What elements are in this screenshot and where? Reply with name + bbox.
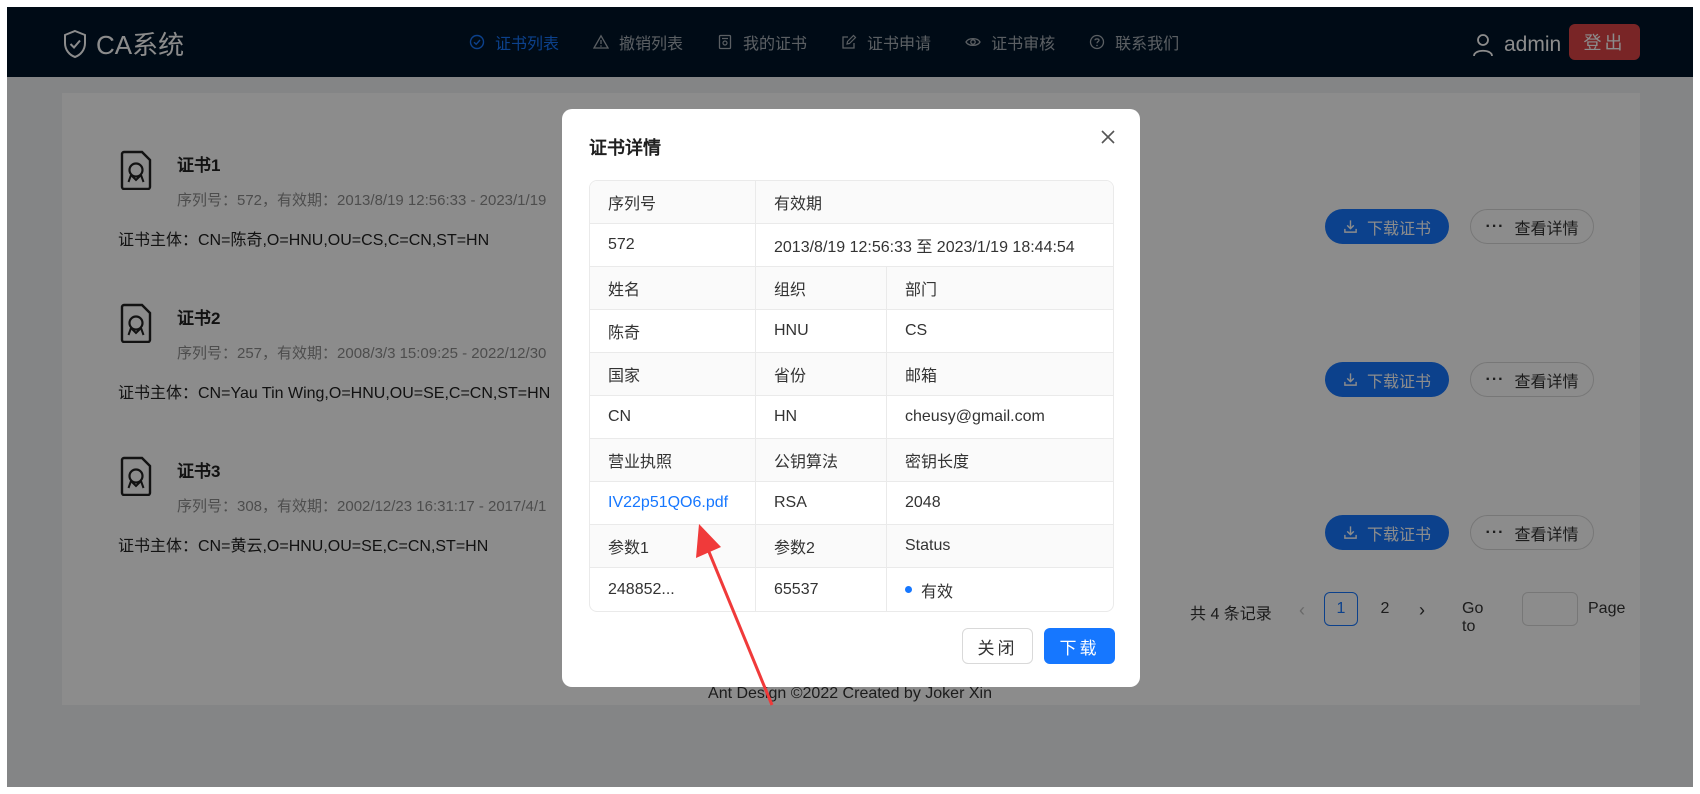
status-dot-icon [905,586,912,593]
label-cell: 部门 [905,282,938,299]
label-cell: 邮箱 [905,368,938,385]
table-row: 陈奇 HNU CS [590,310,1113,353]
label-cell: 姓名 [590,267,756,309]
label-cell: 公钥算法 [756,439,887,481]
table-row: IV22p51QO6.pdf RSA 2048 [590,482,1113,525]
label-cell: 省份 [756,353,887,395]
value-cell: 陈奇 [590,310,756,352]
value-cell: cheusy@gmail.com [905,408,1045,425]
value-cell: HN [756,396,887,438]
value-cell: CS [905,322,928,339]
close-button[interactable]: 关闭 [962,628,1033,664]
license-file-link[interactable]: IV22p51QO6.pdf [590,482,756,524]
app-frame: CA系统 证书列表 撤销列表 我的证书 证书申请 证书审核 联系我们 admin… [7,7,1693,787]
label-cell: 组织 [756,267,887,309]
table-row: 248852... 65537 有效 [590,568,1113,611]
value-cell: RSA [756,482,887,524]
table-row: 营业执照 公钥算法 密钥长度 [590,439,1113,482]
status-cell: 有效 [887,568,1113,611]
label-cell: 国家 [590,353,756,395]
close-icon[interactable] [1098,127,1118,147]
label-cell: 参数2 [756,525,887,567]
label-cell: 密钥长度 [905,454,970,471]
value-cell: 65537 [756,568,887,611]
value-cell: HNU [756,310,887,352]
value-cell: 2013/8/19 12:56:33 至 2023/1/19 18:44:54 [774,239,1075,256]
value-cell: CN [590,396,756,438]
table-row: 572 2013/8/19 12:56:33 至 2023/1/19 18:44… [590,224,1113,267]
value-cell: 2048 [905,494,941,511]
table-row: 国家 省份 邮箱 [590,353,1113,396]
label-cell: 参数1 [590,525,756,567]
label-cell: Status [905,537,951,554]
value-cell: 572 [590,224,756,266]
table-row: 序列号 有效期 [590,181,1113,224]
modal-title: 证书详情 [589,138,661,158]
status-text: 有效 [921,583,954,601]
cert-detail-table: 序列号 有效期 572 2013/8/19 12:56:33 至 2023/1/… [589,180,1114,612]
label-cell: 序列号 [590,181,756,223]
table-row: 姓名 组织 部门 [590,267,1113,310]
table-row: 参数1 参数2 Status [590,525,1113,568]
value-cell: 248852... [590,568,756,611]
cert-detail-modal: 证书详情 序列号 有效期 572 2013/8/19 12:56:33 至 20… [562,109,1140,687]
download-button[interactable]: 下载 [1044,628,1115,664]
label-cell: 营业执照 [590,439,756,481]
label-cell: 有效期 [774,196,823,213]
table-row: CN HN cheusy@gmail.com [590,396,1113,439]
